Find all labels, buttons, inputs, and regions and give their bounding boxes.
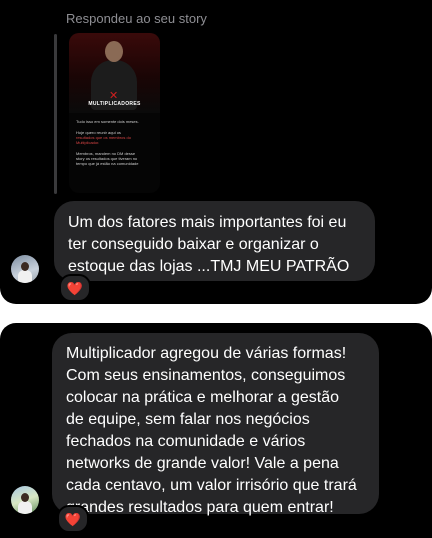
heart-reaction-icon[interactable]: ❤️ — [57, 505, 89, 533]
message-line: Um dos fatores mais importantes foi eu — [68, 214, 347, 231]
message-line: grandes resultados para quem entrar! — [66, 499, 334, 516]
message-thread-2: Multiplicador agregou de várias formas! … — [0, 323, 432, 538]
avatar-head — [21, 262, 29, 271]
avatar-body — [18, 270, 32, 283]
message-bubble[interactable]: Um dos fatores mais importantes foi eu t… — [54, 201, 375, 281]
message-line: fechados na comunidade e vários — [66, 433, 306, 450]
sender-avatar[interactable] — [11, 255, 39, 283]
message-line: colocar na prática e melhorar a gestão — [66, 389, 340, 406]
message-line: Multiplicador agregou de várias formas! — [66, 345, 347, 362]
avatar-body — [18, 501, 32, 514]
message-bubble[interactable]: Multiplicador agregou de várias formas! … — [52, 333, 379, 516]
story-image: ✕ MULTIPLICADORES — [69, 33, 160, 113]
message-line: cada centavo, um valor irrisório que tra… — [66, 477, 357, 494]
story-line: Multiplicador. — [76, 140, 100, 145]
message-line: networks de grande valor! Vale a pena — [66, 455, 339, 472]
message-line: de equipe, sem falar nos negócios — [66, 411, 310, 428]
reply-quote-line — [54, 34, 57, 194]
story-preview-thumbnail[interactable]: ✕ MULTIPLICADORES Tudo isso em somente d… — [69, 33, 160, 193]
sender-avatar[interactable] — [11, 486, 39, 514]
story-line: tempo que já estão na comunidade — [76, 161, 139, 166]
message-line: ter conseguido baixar e organizar o — [68, 236, 319, 253]
message-line: Com seus ensinamentos, conseguimos — [66, 367, 346, 384]
message-line: estoque das lojas ...TMJ MEU PATRÃO — [68, 258, 350, 275]
heart-reaction-icon[interactable]: ❤️ — [59, 274, 91, 302]
story-brand-text: MULTIPLICADORES — [88, 101, 141, 107]
story-person-head — [105, 41, 123, 62]
message-thread-1: Respondeu ao seu story ✕ MULTIPLICADORES… — [0, 0, 432, 304]
story-reply-label: Respondeu ao seu story — [66, 11, 207, 26]
story-line: Tudo isso em somente dois meses. — [76, 119, 139, 124]
avatar-head — [21, 493, 29, 502]
